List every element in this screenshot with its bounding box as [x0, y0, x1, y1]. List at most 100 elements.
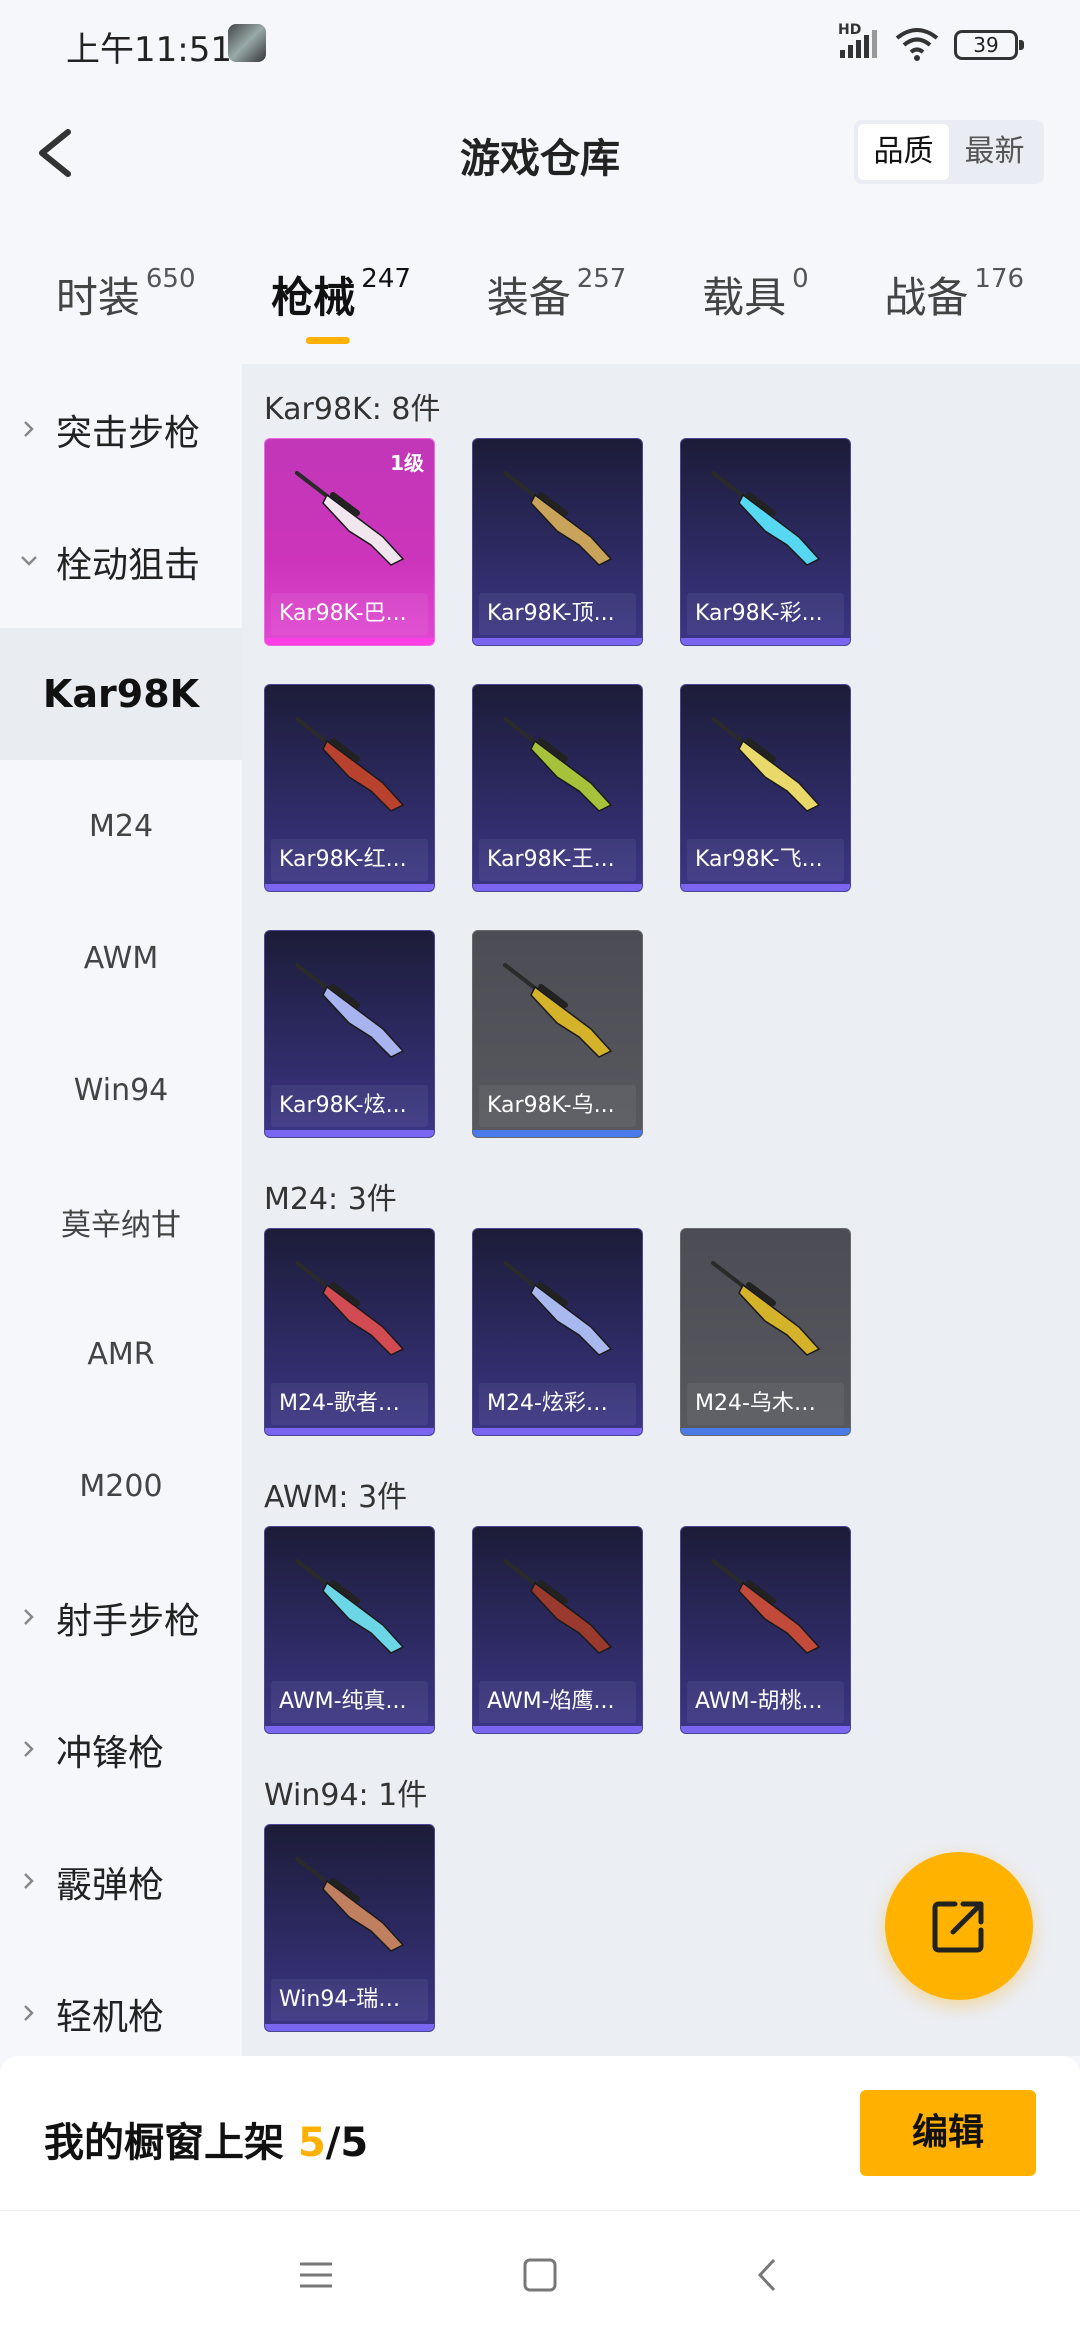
sidebar-item-label: Kar98K: [42, 672, 200, 716]
rarity-bar: [473, 1130, 642, 1137]
item-name: Kar98K-炫...: [271, 1085, 428, 1127]
item-name: Kar98K-乌...: [479, 1085, 636, 1127]
section-title: Kar98K: 8件: [264, 392, 441, 427]
rifle-icon: [503, 963, 613, 1058]
tab-active-indicator: [305, 337, 350, 344]
warehouse-grid: Kar98K: 8件 1级 Kar98K-巴... Kar98K-顶... Kar98K…: [242, 364, 1080, 2056]
item-name: Kar98K-红...: [271, 839, 428, 881]
tab-label: 枪械: [271, 273, 356, 322]
sidebar-item-1[interactable]: 栓动狙击: [0, 496, 242, 628]
sidebar-item-8[interactable]: M200: [0, 1420, 242, 1552]
sidebar-item-5[interactable]: Win94: [0, 1024, 242, 1156]
rarity-bar: [265, 1726, 434, 1733]
sidebar-item-11[interactable]: 霰弹枪: [0, 1816, 242, 1948]
edit-button[interactable]: 编辑: [860, 2090, 1036, 2176]
sidebar-item-7[interactable]: AMR: [0, 1288, 242, 1420]
item-card[interactable]: M24-炫彩节奏: [472, 1228, 643, 1436]
rifle-icon: [295, 1261, 405, 1356]
item-name: Kar98K-巴...: [271, 593, 428, 635]
status-bar: 上午11:51 HD 39: [0, 0, 1080, 90]
sidebar-item-0[interactable]: 突击步枪: [0, 364, 242, 496]
weapon-category-sidebar: 突击步枪栓动狙击 Kar98K M24 AWM Win94 莫辛纳甘 AMR M200 射手步枪…: [0, 364, 242, 2056]
level-badge: 1级: [390, 451, 424, 475]
item-card[interactable]: M24-歌者泠鸢: [264, 1228, 435, 1436]
showcase-current: 5: [297, 2120, 326, 2166]
item-card[interactable]: Kar98K-红...: [264, 684, 435, 892]
showcase-status: 我的橱窗上架 5/5: [44, 2110, 368, 2168]
battery-icon: 39: [954, 30, 1024, 60]
rarity-bar: [681, 1726, 850, 1733]
rifle-icon: [503, 717, 613, 812]
rifle-icon: [503, 1559, 613, 1654]
sidebar-item-9[interactable]: 射手步枪: [0, 1552, 242, 1684]
rarity-bar: [473, 1428, 642, 1435]
sidebar-item-label: 栓动狙击: [56, 545, 201, 586]
back-nav-icon[interactable]: [748, 2255, 788, 2295]
rifle-icon: [711, 471, 821, 566]
item-card[interactable]: AWM-胡桃...: [680, 1526, 851, 1734]
item-card[interactable]: Kar98K-顶...: [472, 438, 643, 646]
sidebar-item-label: M24: [88, 808, 154, 844]
item-name: Win94-瑞龙...: [271, 1979, 428, 2021]
tab-label: 战备: [884, 273, 969, 322]
sidebar-item-label: 射手步枪: [56, 1601, 201, 1642]
rifle-icon: [711, 1559, 821, 1654]
rifle-icon: [295, 963, 405, 1058]
item-card[interactable]: AWM-纯真...: [264, 1526, 435, 1734]
tab-count: 257: [576, 264, 627, 294]
showcase-panel: 我的橱窗上架 5/5 编辑: [0, 2056, 1080, 2210]
sort-toggle[interactable]: 品质 最新: [854, 120, 1044, 184]
sort-quality-button[interactable]: 品质: [858, 124, 949, 180]
showcase-label: 我的橱窗上架: [44, 2120, 284, 2166]
item-card[interactable]: Kar98K-彩...: [680, 438, 851, 646]
item-card[interactable]: Kar98K-乌...: [472, 930, 643, 1138]
item-name: Kar98K-飞...: [687, 839, 844, 881]
item-card[interactable]: Kar98K-飞...: [680, 684, 851, 892]
tab-vehicles[interactable]: 载具 0: [702, 250, 809, 350]
chevron-right-icon: [24, 1873, 34, 1889]
item-name: M24-乌木金纹: [687, 1383, 844, 1425]
rifle-icon: [503, 1261, 613, 1356]
wifi-icon: [895, 28, 939, 61]
rarity-bar: [473, 884, 642, 891]
category-tabs: 时装 650 枪械 247 装备 257 载具 0 战备 176: [0, 250, 1080, 350]
tab-count: 176: [974, 264, 1025, 294]
home-icon[interactable]: [520, 2255, 560, 2295]
item-card[interactable]: AWM-焰鹰...: [472, 1526, 643, 1734]
item-name: M24-炫彩节奏: [479, 1383, 636, 1425]
share-icon: [932, 1901, 984, 1953]
item-card[interactable]: 1级 Kar98K-巴...: [264, 438, 435, 646]
tab-supplies[interactable]: 战备 176: [884, 250, 1024, 350]
tab-count: 0: [792, 264, 809, 294]
sidebar-item-label: 莫辛纳甘: [61, 1208, 181, 1243]
tab-fashion[interactable]: 时装 650: [56, 250, 196, 350]
section-title: AWM: 3件: [264, 1480, 408, 1515]
sidebar-item-3[interactable]: M24: [0, 760, 242, 892]
system-nav-bar: [0, 2210, 1080, 2340]
rarity-bar: [681, 638, 850, 645]
sidebar-item-4[interactable]: AWM: [0, 892, 242, 1024]
item-card[interactable]: Kar98K-炫...: [264, 930, 435, 1138]
sidebar-item-6[interactable]: 莫辛纳甘: [0, 1156, 242, 1288]
section-title: Win94: 1件: [264, 1778, 428, 1813]
rifle-icon: [503, 471, 613, 566]
section-title: M24: 3件: [264, 1182, 397, 1217]
item-card[interactable]: Win94-瑞龙...: [264, 1824, 435, 2032]
share-button[interactable]: [885, 1852, 1033, 2000]
sidebar-item-10[interactable]: 冲锋枪: [0, 1684, 242, 1816]
menu-icon[interactable]: [296, 2255, 336, 2295]
item-name: AWM-纯真...: [271, 1681, 428, 1723]
item-card[interactable]: M24-乌木金纹: [680, 1228, 851, 1436]
sort-newest-button[interactable]: 最新: [949, 124, 1040, 180]
sidebar-item-label: AMR: [87, 1336, 155, 1372]
sidebar-item-label: 霰弹枪: [56, 1865, 165, 1906]
tab-firearms[interactable]: 枪械 247: [271, 250, 411, 350]
sidebar-item-2[interactable]: Kar98K: [0, 628, 242, 760]
rifle-icon: [295, 1559, 405, 1654]
tab-equipment[interactable]: 装备 257: [487, 250, 627, 350]
avatar: [228, 24, 266, 62]
item-name: AWM-焰鹰...: [479, 1681, 636, 1723]
item-card[interactable]: Kar98K-王...: [472, 684, 643, 892]
rarity-bar: [473, 1726, 642, 1733]
status-time: 上午11:51: [66, 30, 232, 70]
